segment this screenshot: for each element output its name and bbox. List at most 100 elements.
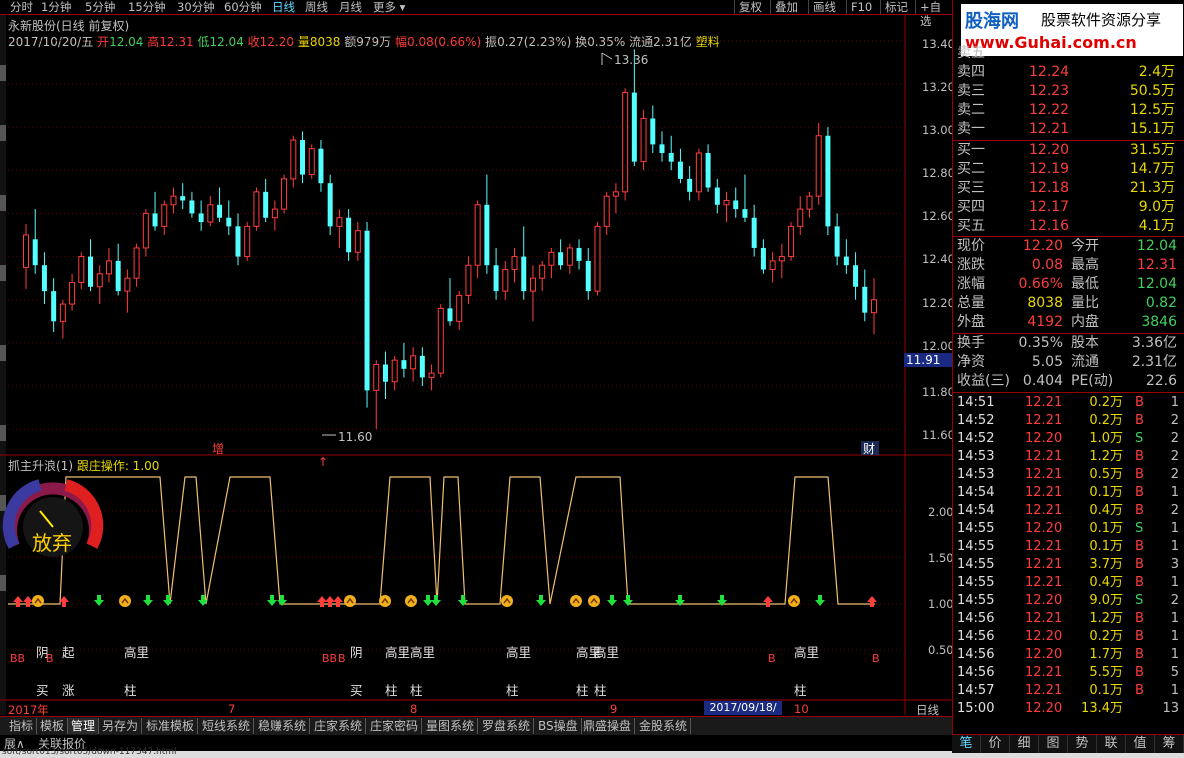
tab-indicator[interactable]: 指标 (6, 718, 38, 734)
signal-dot-icon (570, 595, 582, 607)
period-60min[interactable]: 60分钟 (224, 0, 262, 14)
tick-row: 14:53 12.21 1.2万 B 2 (953, 448, 1184, 466)
btn-related[interactable]: 联 (1097, 735, 1126, 753)
candle-body (290, 139, 297, 180)
fuquan-button[interactable]: 复权 (734, 0, 766, 14)
period-15min[interactable]: 15分钟 (128, 0, 166, 14)
tab-banker-system[interactable]: 庄家系统 (311, 718, 367, 734)
candle-body (539, 264, 546, 279)
tick-price: 12.21 (1025, 449, 1063, 464)
candle-body (189, 200, 195, 214)
tick-volume: 0.2万 (1089, 395, 1123, 410)
period-more[interactable]: 更多 ▾ (373, 0, 405, 14)
mark-button[interactable]: 标记 (880, 0, 912, 14)
tick-row: 14:55 12.21 0.4万 B 1 (953, 574, 1184, 592)
cai-tag[interactable]: 财 (863, 442, 875, 456)
tab-standard-template[interactable]: 标准模板 (143, 718, 199, 734)
candle-body (484, 204, 490, 266)
btn-trades[interactable]: 笔 (952, 735, 981, 753)
candle-body (336, 217, 343, 227)
add-watchlist-button[interactable]: +自选 (915, 0, 952, 28)
quote-value: 8038 (1027, 295, 1063, 311)
tab-compass-system[interactable]: 罗盘系统 (479, 718, 535, 734)
candle-body (650, 118, 656, 145)
period-1min[interactable]: 1分钟 (41, 0, 71, 14)
tab-template[interactable]: 模板 (37, 718, 69, 734)
date-month: 10 (794, 702, 809, 716)
tab-steady-system[interactable]: 稳赚系统 (255, 718, 311, 734)
quote-value: 12.20 (1022, 238, 1063, 254)
f10-button[interactable]: F10 (846, 0, 876, 14)
signal-dot-icon (405, 595, 417, 607)
btn-trend[interactable]: 势 (1068, 735, 1097, 753)
candle-body (23, 234, 29, 268)
tick-row: 14:53 12.21 0.5万 B 2 (953, 466, 1184, 484)
btn-detail[interactable]: 细 (1010, 735, 1039, 753)
overlay-button[interactable]: 叠加 (770, 0, 802, 14)
period-monthly[interactable]: 月线 (339, 0, 362, 14)
period-daily[interactable]: 日线 (272, 0, 295, 14)
candle-body (226, 217, 232, 227)
tab-bs-trade[interactable]: BS操盘 (535, 718, 582, 734)
tick-volume: 13.4万 (1081, 701, 1123, 716)
zeng-tag[interactable]: 增 (212, 442, 224, 456)
draw-line-button[interactable]: 画线 (808, 0, 840, 14)
tick-time: 14:55 (957, 539, 995, 554)
tick-list[interactable]: 14:51 12.21 0.2万 B 1 14:52 12.21 0.2万 B 2 14:52 12.… (953, 394, 1184, 724)
tick-row: 14:52 12.20 1.0万 S 2 (953, 430, 1184, 448)
tick-price: 12.21 (1025, 413, 1063, 428)
btn-chart[interactable]: 图 (1039, 735, 1068, 753)
tick-time: 14:51 (957, 395, 995, 410)
tab-manage[interactable]: 管理 (68, 718, 100, 734)
tab-save-as[interactable]: 另存为 (99, 718, 143, 734)
order-sell2: 卖二 12.22 12.5万 (953, 101, 1184, 120)
quote-value: 4192 (1027, 314, 1063, 330)
quote-label: 最低 (1071, 276, 1099, 292)
candle-body (659, 144, 665, 153)
indicator-follow: 跟庄操作: 1.00 (76, 459, 160, 473)
tab-banker-code[interactable]: 庄家密码 (367, 718, 423, 734)
btn-chips[interactable]: 筹 (1155, 735, 1184, 753)
order-price: 12.21 (1029, 121, 1070, 137)
candle-body (217, 204, 223, 218)
ind-tick: 2.00 (928, 505, 954, 519)
kline-chart[interactable]: 13.36 11.60 增 财 ↑ 放弃 (0, 15, 952, 715)
indicator-title[interactable]: 抓主升浪(1) (8, 459, 73, 473)
candle-body (271, 208, 278, 219)
tick-price: 12.21 (1025, 683, 1063, 698)
tab-volume-system[interactable]: 量图系统 (423, 718, 479, 734)
order-price: 12.16 (1029, 218, 1070, 234)
candle-body (124, 277, 131, 292)
period-weekly[interactable]: 周线 (305, 0, 328, 14)
tab-golden-stock[interactable]: 金股系统 (636, 718, 692, 734)
tick-price: 12.21 (1025, 611, 1063, 626)
candle-body (161, 204, 168, 227)
candle-body (327, 183, 333, 227)
candle-body (364, 230, 370, 391)
btn-price[interactable]: 价 (981, 735, 1010, 753)
quote-label: 量比 (1071, 295, 1099, 311)
order-price: 12.20 (1029, 142, 1070, 158)
order-label: 卖四 (957, 64, 985, 80)
tick-time: 14:53 (957, 467, 995, 482)
tab-short-system[interactable]: 短线系统 (199, 718, 255, 734)
order-buy3: 买三 12.18 21.3万 (953, 179, 1184, 198)
price-tick: 11.60 (922, 428, 955, 442)
candle-body (778, 256, 785, 262)
order-vol: 4.1万 (1138, 218, 1175, 234)
period-30min[interactable]: 30分钟 (177, 0, 215, 14)
tick-side: B (1135, 539, 1144, 554)
tick-volume: 1.7万 (1089, 647, 1123, 662)
tick-time: 14:56 (957, 629, 995, 644)
tick-volume: 0.1万 (1089, 521, 1123, 536)
tab-dingsheng[interactable]: 鼎盛操盘 (580, 718, 636, 734)
signal-bottom: 柱 (576, 683, 589, 698)
period-fenshi[interactable]: 分时 (10, 0, 33, 14)
period-5min[interactable]: 5分钟 (85, 0, 115, 14)
candle-body (677, 161, 683, 179)
order-buy5: 买五 12.16 4.1万 (953, 217, 1184, 236)
tick-side: B (1135, 611, 1144, 626)
btn-value[interactable]: 值 (1126, 735, 1155, 753)
candle-body (346, 217, 352, 253)
ind-tick: 0.50 (928, 643, 954, 657)
